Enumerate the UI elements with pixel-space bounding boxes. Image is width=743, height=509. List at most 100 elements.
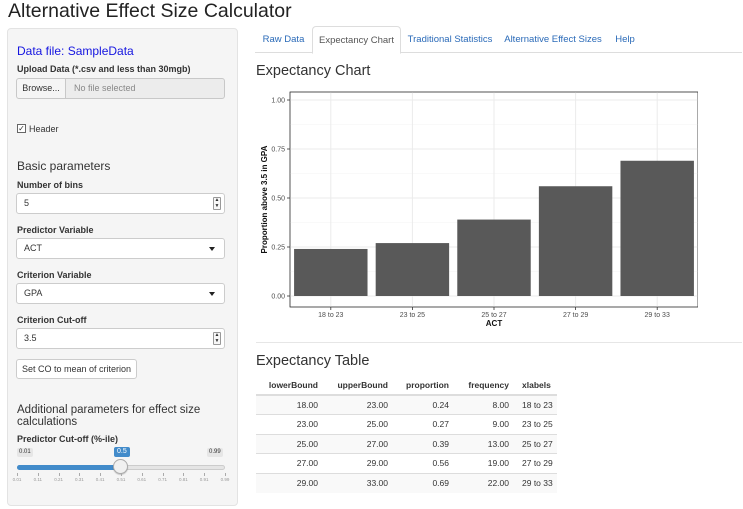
basic-parameters-heading: Basic parameters [17,159,111,173]
slider-tick-label: 0.51 [116,477,126,482]
slider-tick [121,473,122,476]
slider-tick-labels: 0.01 0.11 0.21 0.31 0.41 0.51 0.61 0.71 0.81 0.91… [8,477,239,485]
table-cell: 13.00 [449,433,509,454]
bar [538,186,613,296]
table-row: 23.00 25.00 0.27 9.00 23 to 25 [256,414,557,434]
set-co-mean-button[interactable]: Set CO to mean of criterion [16,359,137,379]
slider-tick [225,473,226,476]
tab-alternative-effect-sizes[interactable]: Alternative Effect Sizes [499,26,607,53]
expectancy-table: lowerBound upperBound proportion frequen… [256,376,557,493]
slider-fill [17,465,121,470]
checkmark-icon: ✓ [18,124,25,133]
upload-label: Upload Data (*.csv and less than 30mgb) [17,64,191,74]
slider-tick-label: 0.01 [12,477,22,482]
slider-handle[interactable] [113,459,128,474]
app-title: Alternative Effect Size Calculator [8,0,292,22]
slider-tick [162,473,164,476]
slider-value-label: 0.5 [114,447,130,457]
y-tick-label: 0.75 [271,147,285,154]
bins-input[interactable]: 5 ▲ ▼ [16,193,225,214]
y-tick-label: 1.00 [271,98,285,105]
criterion-value: GPA [24,288,43,298]
predictor-value: ACT [24,243,42,253]
cutoff-spinner-icon[interactable]: ▲ ▼ [213,332,221,345]
tab-help[interactable]: Help [607,26,643,53]
table-cell: 0.69 [388,472,449,493]
slider-tick-label: 0.91 [199,477,209,482]
criterion-select[interactable]: GPA [16,283,225,304]
slider-max-label: 0.99 [207,448,223,457]
table-cell: 9.00 [449,414,509,434]
column-header[interactable]: upperBound [318,376,388,396]
cutoff-label: Criterion Cut-off [17,315,87,325]
table-cell: 23 to 25 [509,414,557,434]
predictor-label: Predictor Variable [17,225,94,235]
table-cell: 0.39 [388,433,449,454]
tab-raw-data[interactable]: Raw Data [255,26,312,53]
y-tick-label: 0.25 [271,245,285,252]
table-row: 25.00 27.00 0.39 13.00 25 to 27 [256,433,557,454]
chevron-down-icon [209,247,215,251]
table-cell: 33.00 [318,472,388,493]
slider-tick [17,473,18,476]
file-name-field[interactable]: No file selected [65,78,225,99]
table-cell: 18 to 23 [509,394,557,415]
predictor-select[interactable]: ACT [16,238,225,259]
bar [294,248,368,296]
bar [620,160,694,296]
y-tick-label: 0.50 [271,196,285,203]
table-cell: 27 to 29 [509,453,557,473]
slider-tick [183,473,185,476]
section-divider [256,342,742,343]
cutoff-input[interactable]: 3.5 ▲ ▼ [16,328,225,349]
table-row: 27.00 29.00 0.56 19.00 27 to 29 [256,453,557,473]
bar [457,219,531,296]
bins-spinner-icon[interactable]: ▲ ▼ [213,197,221,210]
x-tick-label: 29 to 33 [645,312,670,319]
data-file-label: Data file: SampleData [17,44,134,58]
tab-expectancy-chart[interactable]: Expectancy Chart [312,26,401,54]
predictor-cutoff-label: Predictor Cut-off (%-ile) [17,434,118,444]
table-row: 18.00 23.00 0.24 8.00 18 to 23 [256,394,557,415]
chart-heading: Expectancy Chart [256,63,371,79]
slider-tick-label: 0.21 [54,477,63,482]
x-tick-label: 27 to 29 [563,312,588,319]
slider-tick [204,473,206,476]
bar [375,243,450,296]
slider-min-label: 0.01 [17,448,33,457]
table-header-row: lowerBound upperBound proportion frequen… [256,376,557,396]
column-header[interactable]: proportion [388,376,449,396]
table-cell: 23.00 [318,394,388,415]
bins-label: Number of bins [17,180,84,190]
additional-parameters-heading: Additional parameters for effect size ca… [17,404,201,428]
slider-tick-label: 0.71 [158,477,167,482]
header-checkbox[interactable]: ✓ [17,124,26,133]
x-tick-label: 18 to 23 [318,312,343,319]
x-tick-label: 23 to 25 [400,312,425,319]
slider-tick [141,473,143,476]
y-tick-label: 0.00 [271,294,285,301]
slider-tick-label: 0.61 [137,477,147,482]
table-cell: 29 to 33 [509,472,557,493]
expectancy-chart: 0.00 0.25 0.50 0.75 1.00 18 to 23 23 to 25 25 t… [260,91,698,328]
table-cell: 0.56 [388,453,449,473]
table-cell: 18.00 [256,394,318,415]
table-cell: 8.00 [449,394,509,415]
browse-button[interactable]: Browse... [16,78,66,99]
slider-tick [37,473,39,476]
table-cell: 19.00 [449,453,509,473]
column-header[interactable]: frequency [449,376,509,396]
slider-tick-label: 0.11 [33,477,43,482]
table-row: 29.00 33.00 0.69 22.00 29 to 33 [256,472,557,493]
table-cell: 25 to 27 [509,433,557,454]
column-header[interactable]: lowerBound [256,376,318,396]
chevron-down-icon [209,292,215,296]
column-header[interactable]: xlabels [509,376,557,396]
table-cell: 23.00 [256,414,318,434]
slider-tick [79,473,81,476]
tab-bar: Raw Data Expectancy Chart Traditional St… [255,26,742,54]
table-cell: 0.24 [388,394,449,415]
x-tick-label: 25 to 27 [481,312,506,319]
tab-traditional-statistics[interactable]: Traditional Statistics [401,26,499,53]
slider-tick-label: 0.99 [220,477,230,482]
